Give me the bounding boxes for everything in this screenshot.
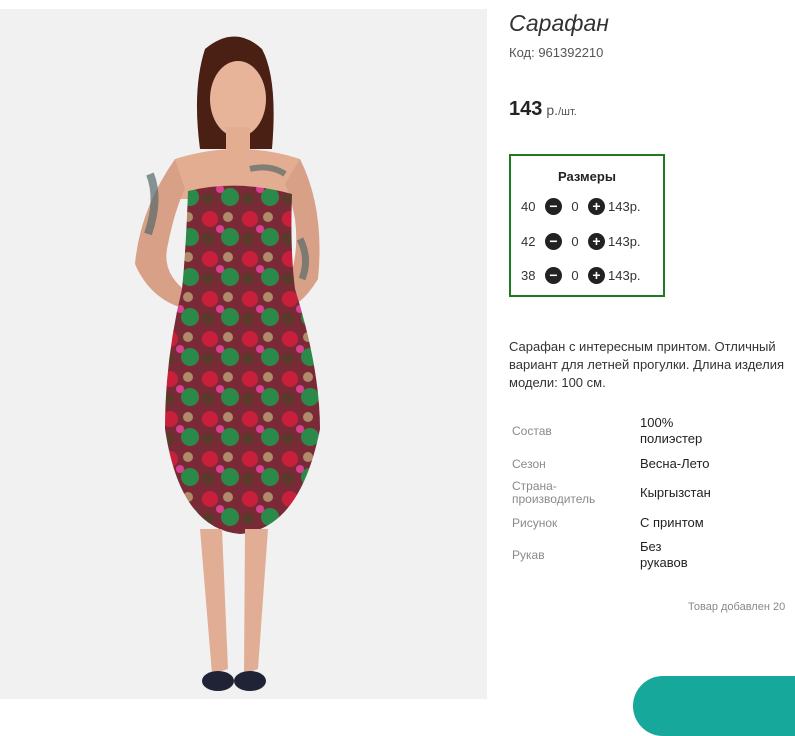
size-price: 143р. [608,198,641,214]
size-value: 38 [521,267,536,283]
property-row: Сезон Весна-Лето [512,455,795,473]
plus-circle-icon[interactable]: + [588,266,605,284]
property-value: Без рукавов [640,539,688,570]
property-value: 100% полиэстер [640,415,703,446]
model-in-dress-image [135,36,320,691]
property-label: Сезон [512,456,546,471]
plus-circle-icon[interactable]: + [588,232,605,250]
size-value: 42 [521,233,536,249]
size-value: 40 [521,198,536,214]
product-price: 143 р./шт. [509,98,577,121]
size-price: 143р. [608,233,641,249]
property-value: Весна-Лето [640,456,710,471]
plus-circle-icon[interactable]: + [588,197,605,215]
size-row: 40 − 0 + 143р. [521,196,641,216]
action-button[interactable] [633,676,795,736]
minus-circle-icon[interactable]: − [545,197,562,215]
property-row: Рукав Без рукавов [512,538,795,572]
quantity-value: 0 [571,267,579,283]
property-label: Состав [512,423,552,438]
price-unit: р./шт. [546,102,576,118]
property-label: Рисунок [512,515,558,530]
size-row: 38 − 0 + 143р. [521,265,641,285]
product-code: Код: 961392210 [509,45,604,60]
sizes-title: Размеры [558,169,616,184]
size-price: 143р. [608,267,641,283]
property-row: Рисунок С принтом [512,514,795,532]
size-row: 42 − 0 + 143р. [521,231,641,251]
property-label: Рукав [512,547,545,562]
quantity-value: 0 [571,198,579,214]
quantity-value: 0 [571,233,579,249]
property-row: Состав 100% полиэстер [512,414,795,448]
property-value: С принтом [640,515,704,530]
property-value: Кыргызстан [640,485,711,500]
minus-circle-icon[interactable]: − [545,266,562,284]
price-currency: р. [546,102,559,118]
added-date: Товар добавлен 20 [688,601,786,613]
sizes-box: Размеры 40 − 0 + 143р. 42 − 0 + 143р. 38… [509,154,665,297]
minus-circle-icon[interactable]: − [545,232,562,250]
product-photo [0,9,487,699]
property-row: Страна-производитель Кыргызстан [512,478,795,508]
property-label: Страна-производитель [512,479,596,506]
product-title: Сарафан [509,10,609,36]
price-amount: 143 [509,98,543,120]
price-per: /шт. [558,106,577,118]
product-description: Сарафан с интересным принтом. Отличный в… [509,339,784,390]
